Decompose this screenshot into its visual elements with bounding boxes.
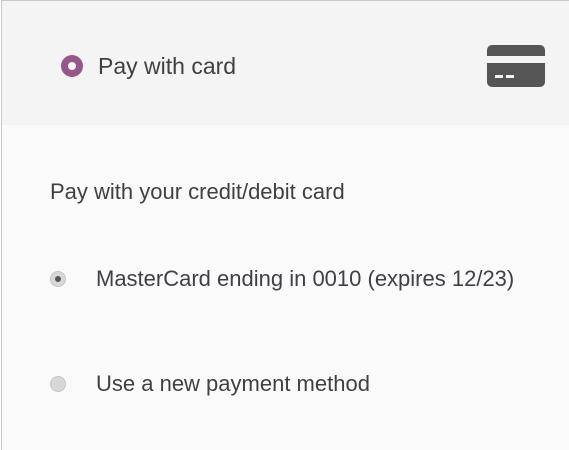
new-payment-method-radio[interactable] <box>50 376 66 392</box>
payment-panel: Pay with card Pay with your credit/debit… <box>1 0 569 450</box>
new-payment-method-label[interactable]: Use a new payment method <box>50 363 550 405</box>
saved-card-label[interactable]: MasterCard ending in 0010 (expires 12/23… <box>50 258 550 300</box>
saved-card-option[interactable]: MasterCard ending in 0010 (expires 12/23… <box>50 265 550 300</box>
payment-method-header[interactable]: Pay with card <box>2 1 569 125</box>
saved-card-radio[interactable] <box>50 271 66 287</box>
payment-description: Pay with your credit/debit card <box>50 179 345 204</box>
credit-card-icon <box>487 45 545 87</box>
new-payment-method-option[interactable]: Use a new payment method <box>50 370 550 405</box>
pay-with-card-radio[interactable] <box>61 55 83 77</box>
pay-with-card-label[interactable]: Pay with card <box>98 51 236 81</box>
